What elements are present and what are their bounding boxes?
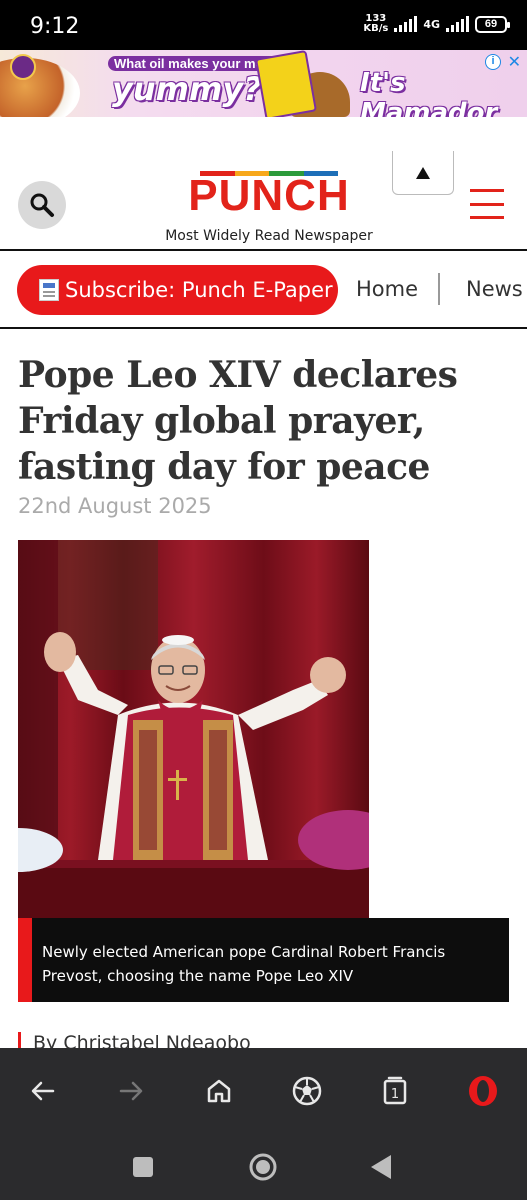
photo-caption: Newly elected American pope Cardinal Rob… xyxy=(18,918,509,1002)
ad-brand-logo xyxy=(10,54,36,80)
network-speed: 133 KB/s xyxy=(363,13,389,34)
home-icon[interactable] xyxy=(202,1074,236,1108)
info-icon[interactable]: i xyxy=(485,54,501,70)
newspaper-icon xyxy=(39,279,59,301)
recents-icon[interactable] xyxy=(128,1152,158,1182)
ad-cta-text: It's Mamador xyxy=(360,68,498,117)
network-type: 4G xyxy=(423,17,440,31)
status-time: 9:12 xyxy=(30,14,80,39)
site-header: PUNCH Most Widely Read Newspaper xyxy=(0,117,527,251)
ad-banner[interactable]: What oil makes your meals yummy? It's Ma… xyxy=(0,50,527,117)
nav-strip: Subscribe: Punch E-Paper Home News xyxy=(0,251,527,329)
back-icon[interactable] xyxy=(26,1074,60,1108)
nav-news-link[interactable]: News xyxy=(466,277,523,301)
signal-icon xyxy=(394,16,418,32)
signal-icon-2 xyxy=(446,16,469,32)
article-photo[interactable] xyxy=(18,540,369,918)
tabs-icon[interactable]: 1 xyxy=(378,1074,412,1108)
football-icon[interactable] xyxy=(290,1074,324,1108)
status-bar: 9:12 133 KB/s 4G 69 xyxy=(0,0,527,50)
subscribe-label: Subscribe: Punch E-Paper xyxy=(65,278,333,302)
triangle-up-icon xyxy=(416,166,430,179)
menu-icon-line xyxy=(470,202,504,206)
subscribe-button[interactable]: Subscribe: Punch E-Paper xyxy=(17,265,338,315)
status-icons: 133 KB/s 4G 69 xyxy=(363,13,510,34)
home-nav-icon[interactable] xyxy=(248,1152,278,1182)
site-logo[interactable]: PUNCH Most Widely Read Newspaper xyxy=(164,171,374,244)
back-nav-icon[interactable] xyxy=(366,1152,396,1182)
hamburger-menu-button[interactable] xyxy=(470,189,504,219)
ad-question-emphasis: yummy? xyxy=(112,70,262,108)
nav-divider xyxy=(438,273,440,305)
ad-product-image xyxy=(255,50,317,117)
menu-icon-line xyxy=(470,189,504,192)
article-date: 22nd August 2025 xyxy=(18,494,212,518)
scroll-to-top-button[interactable] xyxy=(392,151,454,195)
article-headline: Pope Leo XIV declares Friday global pray… xyxy=(18,354,458,488)
pope-photo-illustration xyxy=(18,540,369,918)
tab-count: 1 xyxy=(391,1087,399,1102)
close-icon[interactable]: ✕ xyxy=(508,52,521,72)
forward-icon[interactable] xyxy=(114,1074,148,1108)
menu-icon-line xyxy=(470,216,504,219)
opera-icon[interactable] xyxy=(466,1074,500,1108)
site-tagline: Most Widely Read Newspaper xyxy=(165,228,373,244)
search-icon xyxy=(30,193,54,217)
battery-icon: 69 xyxy=(475,15,510,33)
logo-text: PUNCH xyxy=(188,171,350,220)
system-nav-bar xyxy=(0,1140,527,1200)
search-button[interactable] xyxy=(18,181,66,229)
nav-home-link[interactable]: Home xyxy=(356,277,418,301)
